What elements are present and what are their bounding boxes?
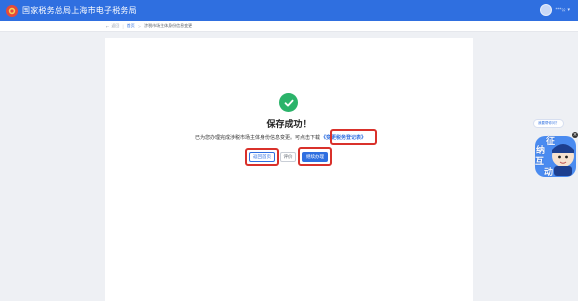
user-menu[interactable]: ***公 ▾: [540, 4, 570, 16]
arrow-left-icon[interactable]: ←: [106, 24, 109, 29]
breadcrumb: ← 返回 | 首页 > 涉税市场主体身份信息变更: [106, 23, 192, 29]
highlight-download-link: [330, 129, 377, 145]
evaluate-button[interactable]: 评价: [280, 152, 296, 162]
site-title[interactable]: 国家税务总局上海市电子税务局: [22, 5, 137, 16]
tax-emblem-icon: [6, 4, 18, 17]
breadcrumb-home-link[interactable]: 首页: [127, 23, 135, 29]
breadcrumb-current: 涉税市场主体身份信息变更: [144, 23, 193, 28]
highlight-back-home: [245, 148, 279, 166]
assistant-text-3[interactable]: 互: [535, 154, 544, 167]
back-label[interactable]: 返回: [111, 23, 119, 29]
user-name[interactable]: ***公: [555, 7, 565, 13]
breadcrumb-separator: |: [122, 23, 124, 29]
highlight-continue: [298, 147, 332, 166]
chevron-down-icon[interactable]: ▾: [567, 7, 570, 13]
user-avatar-icon[interactable]: [540, 4, 553, 16]
assistant-text-1[interactable]: 征: [546, 134, 555, 147]
assistant-widget[interactable]: 我要帮你问？ × 征 纳 互 动: [533, 119, 578, 181]
message-text: 已为您办理完成涉税市场主体身份信息变更。可点击下载: [195, 135, 321, 141]
success-check-icon: [279, 93, 298, 112]
breadcrumb-separator: >: [137, 23, 142, 29]
assistant-text-4[interactable]: 动: [544, 165, 553, 178]
breadcrumb-bar: ← 返回 | 首页 > 涉税市场主体身份信息变更: [0, 21, 578, 32]
back-button[interactable]: ← 返回: [106, 23, 119, 29]
result-card: [105, 38, 473, 301]
top-bar: 国家税务总局上海市电子税务局 ***公 ▾: [0, 0, 578, 21]
assistant-bubble[interactable]: 我要帮你问？: [533, 119, 564, 128]
